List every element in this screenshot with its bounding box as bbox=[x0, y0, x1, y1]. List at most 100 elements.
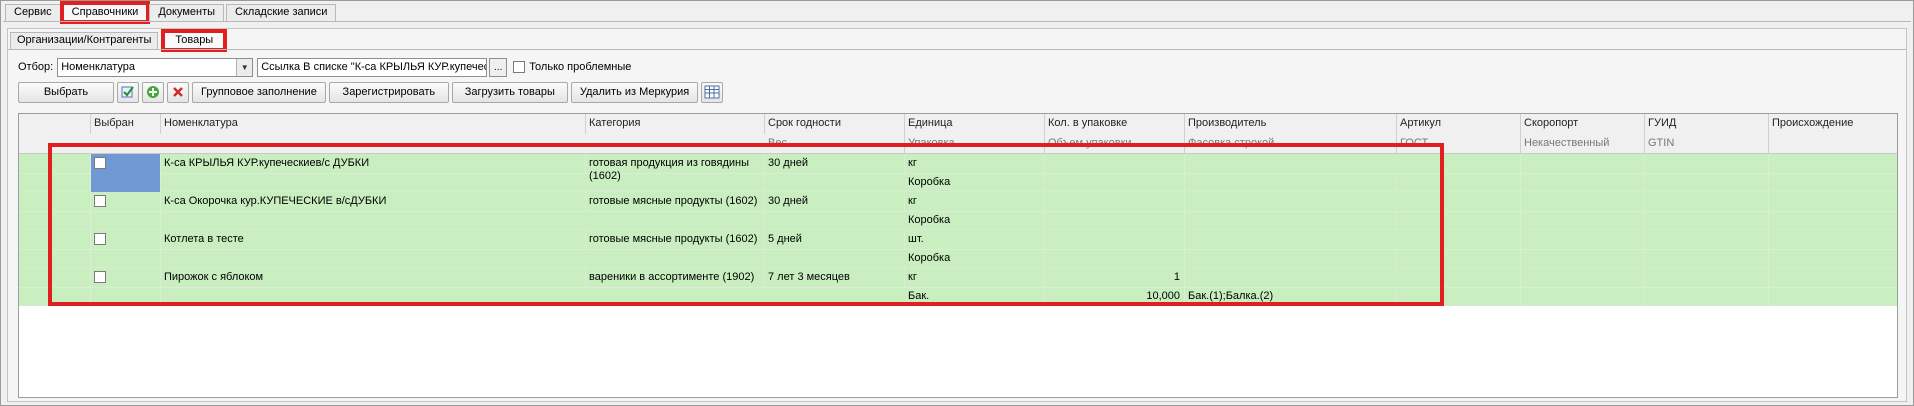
packing-string-cell[interactable] bbox=[1185, 249, 1397, 268]
sub-tabs: Организации/Контрагенты Товары bbox=[10, 29, 230, 52]
row-checkbox[interactable] bbox=[94, 157, 106, 169]
guid-cell[interactable] bbox=[1645, 192, 1769, 230]
row-checkbox[interactable] bbox=[94, 195, 106, 207]
unit-cell[interactable]: кг bbox=[905, 154, 1045, 173]
header-category[interactable]: Категория bbox=[586, 114, 765, 134]
header-qty-in-pack[interactable]: Кол. в упаковке bbox=[1045, 114, 1185, 134]
filter-condition-input[interactable]: Ссылка В списке "К-са КРЫЛЬЯ КУР.купечес… bbox=[257, 57, 488, 77]
header-perishable[interactable]: Скоропорт bbox=[1521, 114, 1645, 134]
origin-cell[interactable] bbox=[1769, 192, 1897, 230]
delete-button[interactable] bbox=[167, 81, 189, 103]
perishable-cell[interactable] bbox=[1521, 192, 1645, 230]
packing-string-cell[interactable] bbox=[1185, 211, 1397, 230]
qty-in-pack-cell[interactable] bbox=[1045, 192, 1185, 211]
header-selected[interactable]: Выбран bbox=[91, 114, 161, 134]
package-cell[interactable]: Коробка bbox=[905, 249, 1045, 268]
check-all-button[interactable] bbox=[117, 81, 139, 103]
guid-cell[interactable] bbox=[1645, 230, 1769, 268]
origin-cell[interactable] bbox=[1769, 154, 1897, 192]
delete-from-mercury-button[interactable]: Удалить из Меркурия bbox=[570, 81, 699, 103]
article-cell[interactable] bbox=[1397, 192, 1521, 230]
subheader-gost[interactable]: ГОСТ bbox=[1397, 134, 1521, 154]
article-cell[interactable] bbox=[1397, 154, 1521, 192]
package-cell[interactable]: Бак. bbox=[905, 287, 1045, 306]
qty-in-pack-cell[interactable] bbox=[1045, 230, 1185, 249]
nomenclature-cell[interactable]: Пирожок с яблоком bbox=[161, 268, 586, 287]
tab-warehouse-records[interactable]: Складские записи bbox=[226, 4, 337, 21]
load-goods-button[interactable]: Загрузить товары bbox=[451, 81, 568, 103]
unit-cell[interactable]: кг bbox=[905, 192, 1045, 211]
shelf-life-cell[interactable]: 30 дней bbox=[765, 192, 905, 211]
header-shelf-life[interactable]: Срок годности bbox=[765, 114, 905, 134]
packing-string-cell[interactable]: Бак.(1);Балка.(2) bbox=[1185, 287, 1397, 306]
subheader-packing-string[interactable]: Фасовка строкой bbox=[1185, 134, 1397, 154]
nomenclature-cell[interactable]: Котлета в тесте bbox=[161, 230, 586, 249]
table-row[interactable]: К-са Окорочка кур.КУПЕЧЕСКИЕ в/сДУБКИ го… bbox=[19, 192, 1897, 230]
qty-in-pack-cell[interactable] bbox=[1045, 154, 1185, 173]
tab-service[interactable]: Сервис bbox=[5, 4, 61, 21]
selected-cell[interactable] bbox=[91, 230, 161, 268]
subheader-weight[interactable]: Вес bbox=[765, 134, 905, 154]
guid-cell[interactable] bbox=[1645, 154, 1769, 192]
problem-only-checkbox[interactable] bbox=[513, 61, 526, 73]
selected-cell[interactable] bbox=[91, 268, 161, 306]
pack-volume-cell[interactable]: 10,000 bbox=[1045, 287, 1185, 306]
package-cell[interactable]: Коробка bbox=[905, 173, 1045, 192]
table-row[interactable]: К-са КРЫЛЬЯ КУР.купеческиев/с ДУБКИ гото… bbox=[19, 154, 1897, 192]
select-values-button[interactable]: ... bbox=[489, 57, 508, 77]
unit-cell[interactable]: кг bbox=[905, 268, 1045, 287]
header-unit[interactable]: Единица bbox=[905, 114, 1045, 134]
origin-cell[interactable] bbox=[1769, 230, 1897, 268]
select-button[interactable]: Выбрать bbox=[18, 81, 114, 103]
nomenclature-cell[interactable]: К-са Окорочка кур.КУПЕЧЕСКИЕ в/сДУБКИ bbox=[161, 192, 586, 211]
tab-documents[interactable]: Документы bbox=[149, 4, 225, 21]
register-button[interactable]: Зарегистрировать bbox=[328, 81, 449, 103]
subheader-pack-volume[interactable]: Объем упаковки bbox=[1045, 134, 1185, 154]
row-checkbox[interactable] bbox=[94, 271, 106, 283]
problem-only-toggle[interactable]: Только проблемные bbox=[513, 61, 631, 73]
table-settings-button[interactable] bbox=[701, 81, 724, 103]
package-cell[interactable]: Коробка bbox=[905, 211, 1045, 230]
unit-cell[interactable]: шт. bbox=[905, 230, 1045, 249]
tab-organizations[interactable]: Организации/Контрагенты bbox=[10, 32, 159, 49]
tab-goods[interactable]: Товары bbox=[161, 29, 228, 52]
header-guid[interactable]: ГУИД bbox=[1645, 114, 1769, 134]
subheader-package[interactable]: Упаковка bbox=[905, 134, 1045, 154]
chevron-down-icon[interactable]: ▼ bbox=[236, 58, 253, 76]
add-button[interactable] bbox=[142, 81, 164, 103]
shelf-life-cell[interactable]: 7 лет 3 месяцев bbox=[765, 268, 905, 287]
selected-cell[interactable] bbox=[91, 192, 161, 230]
origin-cell[interactable] bbox=[1769, 268, 1897, 306]
pack-volume-cell[interactable] bbox=[1045, 173, 1185, 192]
header-origin[interactable]: Происхождение bbox=[1769, 114, 1897, 134]
header-nomenclature[interactable]: Номенклатура bbox=[161, 114, 586, 134]
pack-volume-cell[interactable] bbox=[1045, 249, 1185, 268]
perishable-cell[interactable] bbox=[1521, 268, 1645, 306]
header-producer[interactable]: Производитель bbox=[1185, 114, 1397, 134]
qty-in-pack-cell[interactable]: 1 bbox=[1045, 268, 1185, 287]
group-fill-button[interactable]: Групповое заполнение bbox=[192, 81, 326, 103]
subheader-gtin[interactable]: GTIN bbox=[1645, 134, 1769, 154]
guid-cell[interactable] bbox=[1645, 268, 1769, 306]
pack-volume-cell[interactable] bbox=[1045, 211, 1185, 230]
tab-references[interactable]: Справочники bbox=[59, 1, 151, 24]
category-cell[interactable]: готовые мясные продукты (1602) bbox=[586, 192, 765, 230]
perishable-cell[interactable] bbox=[1521, 230, 1645, 268]
category-cell[interactable]: готовые мясные продукты (1602) bbox=[586, 230, 765, 268]
table-row[interactable]: Пирожок с яблоком вареники в ассортимент… bbox=[19, 268, 1897, 306]
header-article[interactable]: Артикул bbox=[1397, 114, 1521, 134]
article-cell[interactable] bbox=[1397, 268, 1521, 306]
subheader-defective[interactable]: Некачественный bbox=[1521, 134, 1645, 154]
filter-field-select[interactable]: Номенклатура ▼ bbox=[57, 57, 254, 77]
table-row[interactable]: Котлета в тесте готовые мясные продукты … bbox=[19, 230, 1897, 268]
selected-cell[interactable] bbox=[91, 154, 161, 192]
row-checkbox[interactable] bbox=[94, 233, 106, 245]
shelf-life-cell[interactable]: 30 дней bbox=[765, 154, 905, 173]
packing-string-cell[interactable] bbox=[1185, 173, 1397, 192]
perishable-cell[interactable] bbox=[1521, 154, 1645, 192]
category-cell[interactable]: вареники в ассортименте (1902) bbox=[586, 268, 765, 287]
shelf-life-cell[interactable]: 5 дней bbox=[765, 230, 905, 249]
article-cell[interactable] bbox=[1397, 230, 1521, 268]
category-cell[interactable]: готовая продукция из говядины (1602) bbox=[586, 154, 765, 192]
nomenclature-cell[interactable]: К-са КРЫЛЬЯ КУР.купеческиев/с ДУБКИ bbox=[161, 154, 586, 173]
